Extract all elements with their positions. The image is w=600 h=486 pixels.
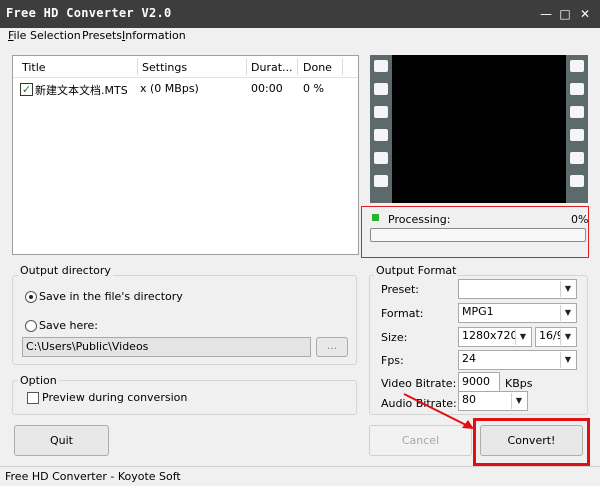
film-hole xyxy=(570,60,584,72)
browse-button[interactable]: ... xyxy=(316,337,348,357)
video-bitrate-unit: KBps xyxy=(505,377,533,390)
column-title[interactable]: Title xyxy=(22,61,46,74)
size-value: 1280x720 xyxy=(462,329,518,342)
film-hole xyxy=(374,83,388,95)
chevron-down-icon: ▼ xyxy=(511,393,526,409)
row-settings: x (0 MBps) xyxy=(140,82,199,95)
film-hole xyxy=(374,60,388,72)
menu-file-label: ile xyxy=(13,29,27,42)
fps-value: 24 xyxy=(462,352,476,365)
film-hole xyxy=(374,129,388,141)
size-label: Size: xyxy=(381,331,408,344)
progress-bar xyxy=(370,228,586,242)
fps-select[interactable]: 24 ▼ xyxy=(458,350,577,370)
chevron-down-icon: ▼ xyxy=(560,352,575,368)
maximize-button[interactable]: □ xyxy=(557,6,573,22)
menu-file[interactable]: File xyxy=(8,29,26,42)
format-label: Format: xyxy=(381,307,424,320)
output-format-label: Output Format xyxy=(374,264,459,277)
annotation-arrow-icon xyxy=(403,393,474,429)
preset-label: Preset: xyxy=(381,283,420,296)
processing-label: Processing: xyxy=(388,213,451,226)
column-divider xyxy=(342,58,343,75)
film-hole xyxy=(374,106,388,118)
menu-selection[interactable]: Selection xyxy=(30,29,81,42)
column-duration[interactable]: Durat... xyxy=(251,61,293,74)
row-title: 新建文本文档.MTS xyxy=(35,84,128,97)
save-same-dir-label[interactable]: Save in the file's directory xyxy=(39,290,183,303)
column-divider xyxy=(246,58,247,75)
quit-button[interactable]: Quit xyxy=(14,425,109,456)
preset-select[interactable]: ▼ xyxy=(458,279,577,299)
file-list-header: Title Settings Durat... Done xyxy=(13,56,358,78)
radio-save-here[interactable] xyxy=(25,320,37,332)
column-settings[interactable]: Settings xyxy=(142,61,187,74)
film-hole xyxy=(374,175,388,187)
video-bitrate-field[interactable]: 9000 xyxy=(458,372,500,392)
chevron-down-icon: ▼ xyxy=(515,329,530,345)
row-duration: 00:00 xyxy=(251,82,283,95)
format-select[interactable]: MPG1 ▼ xyxy=(458,303,577,323)
output-directory-label: Output directory xyxy=(18,264,113,277)
chevron-down-icon: ▼ xyxy=(560,281,575,297)
film-hole xyxy=(570,129,584,141)
size-select[interactable]: 1280x720 ▼ xyxy=(458,327,532,347)
film-hole xyxy=(570,175,584,187)
fps-label: Fps: xyxy=(381,354,404,367)
chevron-down-icon: ▼ xyxy=(560,329,575,345)
save-here-label[interactable]: Save here: xyxy=(39,319,98,332)
processing-percent: 0% xyxy=(571,213,589,226)
menu-information-label: nformation xyxy=(125,29,186,42)
row-checkbox[interactable]: ✓ xyxy=(20,83,33,96)
aspect-select[interactable]: 16/9 ▼ xyxy=(535,327,577,347)
menu-presets-label: Presets xyxy=(82,29,123,42)
chevron-down-icon: ▼ xyxy=(560,305,575,321)
film-hole xyxy=(570,83,584,95)
output-path-field[interactable]: C:\Users\Public\Videos xyxy=(22,337,311,357)
status-led-icon xyxy=(372,214,379,221)
convert-button[interactable]: Convert! xyxy=(480,425,583,456)
close-button[interactable]: ✕ xyxy=(577,6,593,22)
table-row[interactable]: ✓ 新建文本文档.MTS x (0 MBps) 00:00 0 % xyxy=(13,78,358,98)
window-title: Free HD Converter V2.0 xyxy=(6,6,172,20)
minimize-button[interactable]: — xyxy=(538,6,554,22)
film-hole xyxy=(374,152,388,164)
menu-bar: File Selection Presets Information xyxy=(0,28,600,45)
column-divider xyxy=(137,58,138,75)
film-strip-left xyxy=(370,55,392,203)
title-bar: Free HD Converter V2.0 — □ ✕ xyxy=(0,0,600,28)
column-done[interactable]: Done xyxy=(303,61,332,74)
video-preview xyxy=(370,55,588,203)
film-hole xyxy=(570,106,584,118)
format-value: MPG1 xyxy=(462,305,494,318)
film-strip-right xyxy=(566,55,588,203)
option-label: Option xyxy=(18,374,59,387)
file-list[interactable]: Title Settings Durat... Done ✓ 新建文本文档.MT… xyxy=(12,55,359,255)
preview-checkbox-label[interactable]: Preview during conversion xyxy=(42,391,187,404)
preview-checkbox[interactable] xyxy=(27,392,39,404)
status-text: Free HD Converter - Koyote Soft xyxy=(5,470,181,483)
film-hole xyxy=(570,152,584,164)
radio-save-same-dir[interactable] xyxy=(25,291,37,303)
menu-selection-label: Selection xyxy=(30,29,81,42)
video-bitrate-label: Video Bitrate: xyxy=(381,377,457,390)
row-done: 0 % xyxy=(303,82,324,95)
menu-presets[interactable]: Presets xyxy=(82,29,122,42)
column-divider xyxy=(297,58,298,75)
menu-information[interactable]: Information xyxy=(122,29,186,42)
status-bar: Free HD Converter - Koyote Soft xyxy=(0,466,600,486)
